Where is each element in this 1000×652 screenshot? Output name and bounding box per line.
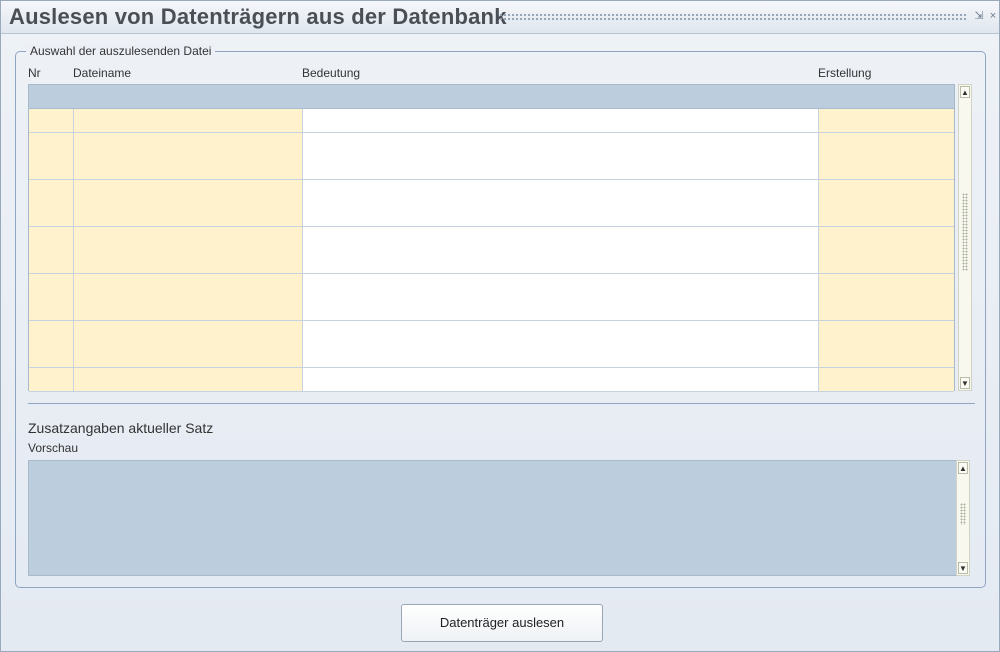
table-row[interactable] <box>29 109 954 133</box>
cell-erstellung[interactable] <box>819 156 954 179</box>
cell-bedeutung[interactable] <box>303 250 819 273</box>
cell-dateiname[interactable] <box>74 320 303 344</box>
title-bar-grip-pattern <box>499 13 967 22</box>
cell-nr[interactable] <box>29 297 74 320</box>
cell-dateiname[interactable] <box>74 109 303 132</box>
table-header-row <box>29 85 954 109</box>
cell-erstellung[interactable] <box>819 132 954 156</box>
file-table <box>28 84 955 392</box>
cell-bedeutung[interactable] <box>303 203 819 226</box>
table-row[interactable] <box>29 226 954 251</box>
cell-bedeutung[interactable] <box>303 226 819 250</box>
cell-bedeutung[interactable] <box>303 156 819 179</box>
header-cell <box>29 85 74 108</box>
table-row[interactable] <box>29 320 954 345</box>
cell-nr[interactable] <box>29 109 74 132</box>
preview-area[interactable] <box>28 460 967 576</box>
table-row[interactable] <box>29 367 954 392</box>
read-data-carrier-button[interactable]: Datenträger auslesen <box>401 604 603 642</box>
preview-scrollbar[interactable]: ▲ ▼ <box>956 460 970 576</box>
cell-erstellung[interactable] <box>819 344 954 367</box>
file-selection-group: Auswahl der auszulesenden Datei Nr Datei… <box>15 44 986 588</box>
cell-erstellung[interactable] <box>819 179 954 203</box>
cell-erstellung[interactable] <box>819 250 954 273</box>
dialog-window: Auslesen von Datenträgern aus der Datenb… <box>0 0 1000 652</box>
cell-nr[interactable] <box>29 250 74 273</box>
cell-erstellung[interactable] <box>819 297 954 320</box>
cell-dateiname[interactable] <box>74 226 303 250</box>
table-row[interactable] <box>29 273 954 298</box>
cell-dateiname[interactable] <box>74 297 303 320</box>
cell-bedeutung[interactable] <box>303 132 819 156</box>
preview-scroll-grip[interactable] <box>960 503 966 525</box>
cell-erstellung[interactable] <box>819 203 954 226</box>
cell-nr[interactable] <box>29 273 74 297</box>
cell-erstellung[interactable] <box>819 109 954 132</box>
column-header-bedeutung: Bedeutung <box>302 66 361 80</box>
cell-erstellung[interactable] <box>819 320 954 344</box>
cell-dateiname[interactable] <box>74 367 303 391</box>
cell-nr[interactable] <box>29 320 74 344</box>
cell-dateiname[interactable] <box>74 344 303 367</box>
cell-nr[interactable] <box>29 132 74 156</box>
cell-erstellung[interactable] <box>819 367 954 391</box>
cell-erstellung[interactable] <box>819 226 954 250</box>
scroll-down-icon[interactable]: ▼ <box>960 377 970 389</box>
cell-bedeutung[interactable] <box>303 367 819 391</box>
cell-nr[interactable] <box>29 179 74 203</box>
cell-dateiname[interactable] <box>74 132 303 156</box>
column-header-dateiname: Dateiname <box>73 66 132 80</box>
table-row[interactable] <box>29 344 954 368</box>
close-icon[interactable]: × <box>987 9 999 23</box>
preview-label: Vorschau <box>28 441 79 455</box>
cell-dateiname[interactable] <box>74 250 303 273</box>
table-row[interactable] <box>29 179 954 204</box>
cell-bedeutung[interactable] <box>303 109 819 132</box>
cell-bedeutung[interactable] <box>303 297 819 320</box>
cell-bedeutung[interactable] <box>303 320 819 344</box>
cell-nr[interactable] <box>29 156 74 179</box>
title-bar[interactable]: Auslesen von Datenträgern aus der Datenb… <box>1 1 999 34</box>
cell-bedeutung[interactable] <box>303 179 819 203</box>
cell-erstellung[interactable] <box>819 273 954 297</box>
scroll-up-icon[interactable]: ▲ <box>960 86 970 98</box>
scroll-grip[interactable] <box>962 193 968 271</box>
preview-scroll-up-icon[interactable]: ▲ <box>958 462 968 474</box>
cell-nr[interactable] <box>29 226 74 250</box>
cell-dateiname[interactable] <box>74 203 303 226</box>
table-row[interactable] <box>29 132 954 157</box>
details-section-title: Zusatzangaben aktueller Satz <box>28 420 214 436</box>
cell-nr[interactable] <box>29 203 74 226</box>
cell-dateiname[interactable] <box>74 273 303 297</box>
table-row[interactable] <box>29 203 954 227</box>
column-header-erstellung: Erstellung <box>818 66 872 80</box>
window-title: Auslesen von Datenträgern aus der Datenb… <box>9 4 507 29</box>
cell-bedeutung[interactable] <box>303 273 819 297</box>
minimize-icon[interactable]: ⇲ <box>973 9 985 23</box>
preview-scroll-down-icon[interactable]: ▼ <box>958 562 968 574</box>
file-selection-legend: Auswahl der auszulesenden Datei <box>26 44 216 58</box>
cell-dateiname[interactable] <box>74 179 303 203</box>
cell-nr[interactable] <box>29 344 74 367</box>
cell-dateiname[interactable] <box>74 156 303 179</box>
cell-nr[interactable] <box>29 367 74 391</box>
table-row[interactable] <box>29 297 954 321</box>
column-header-nr: Nr <box>28 66 41 80</box>
section-separator <box>28 403 975 404</box>
cell-bedeutung[interactable] <box>303 344 819 367</box>
table-scrollbar[interactable]: ▲ ▼ <box>958 84 972 391</box>
table-row[interactable] <box>29 250 954 274</box>
table-row[interactable] <box>29 156 954 180</box>
